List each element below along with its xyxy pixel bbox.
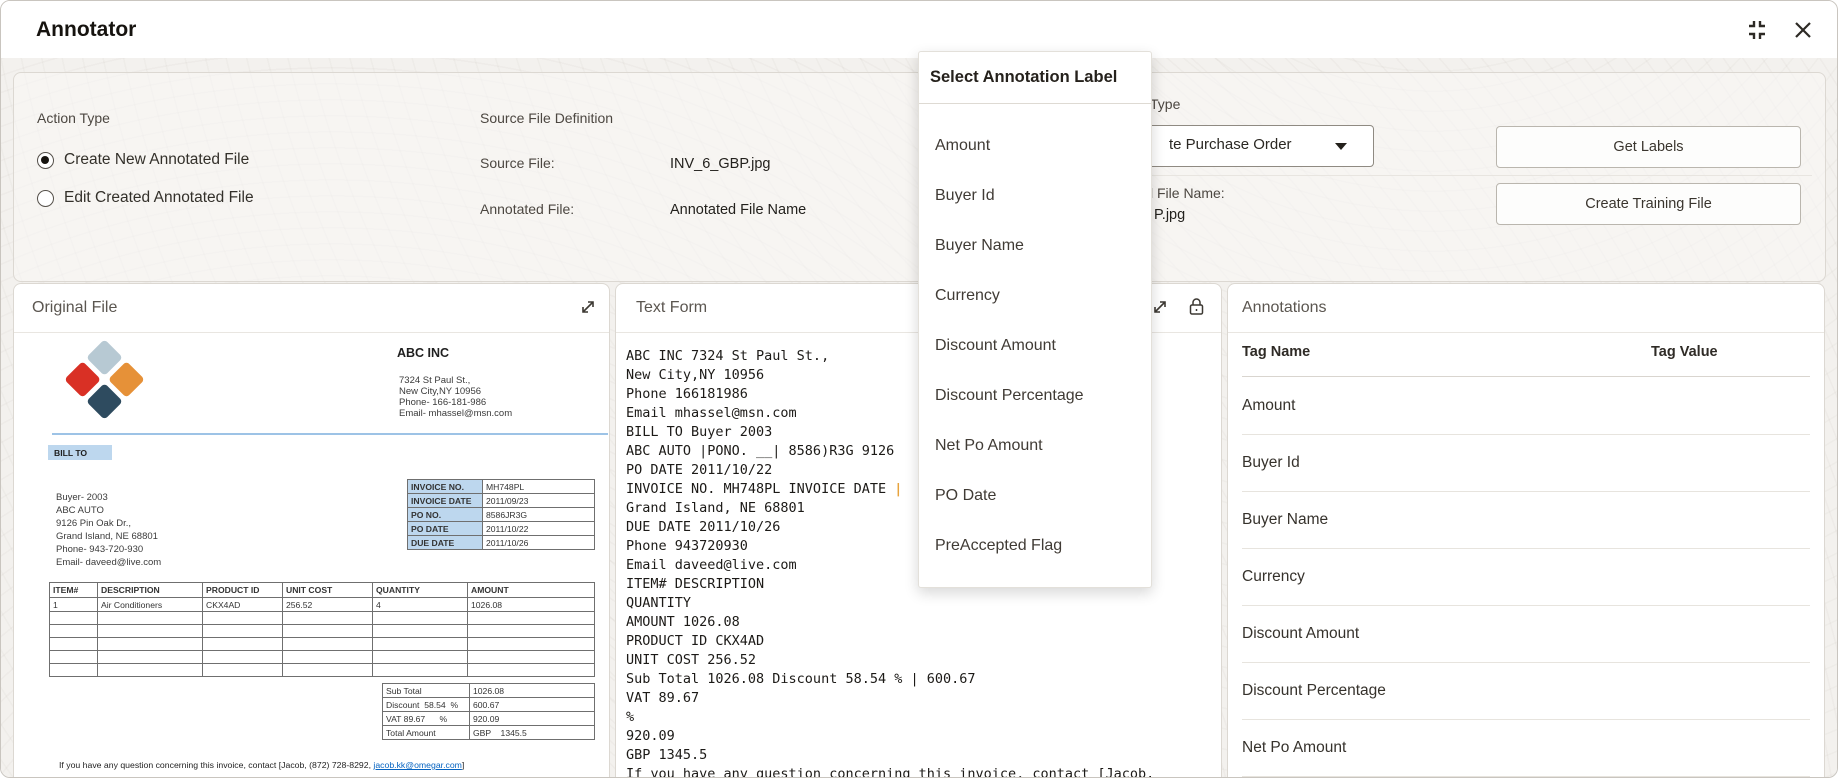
radio-unselected-icon[interactable]: [37, 189, 54, 207]
action-type-label: Action Type: [37, 110, 110, 126]
training-file-name-value: P.jpg: [1154, 207, 1186, 223]
popup-title: Select Annotation Label: [930, 68, 1118, 86]
lock-icon[interactable]: [1188, 297, 1205, 321]
annotation-row[interactable]: Buyer Name: [1242, 491, 1810, 549]
bill-to-line: Email- daveed@live.com: [56, 557, 162, 568]
expand-panel-icon[interactable]: [1151, 298, 1169, 321]
invoice-totals-table: Sub Total 1026.08 Discount 58.54 % 600.67 …: [382, 683, 595, 740]
source-file-value: INV_6_GBP.jpg: [670, 156, 771, 172]
annotation-tag-name: Currency: [1242, 567, 1305, 585]
get-labels-button[interactable]: Get Labels: [1496, 126, 1801, 168]
tag-name-column-header: Tag Name: [1242, 344, 1311, 360]
bill-to-line: Phone- 943-720-930: [56, 544, 144, 555]
select-annotation-label-popup: Select Annotation Label Amount Buyer Id …: [918, 51, 1152, 588]
annotation-label-option-net-po-amount[interactable]: Net Po Amount: [919, 421, 1151, 471]
invoice-address-line: Phone- 166-181-986: [399, 397, 487, 408]
invoice-items-table: ITEM# DESCRIPTION PRODUCT ID UNIT COST Q…: [49, 582, 595, 677]
annotator-window: Annotator Action Type Create New Annotat…: [0, 0, 1838, 778]
annotation-tag-name: Discount Amount: [1242, 624, 1360, 642]
original-file-panel-title: Original File: [32, 299, 118, 316]
annotation-row[interactable]: Currency: [1242, 548, 1810, 606]
annotated-file-label: Annotated File:: [480, 201, 575, 217]
annotations-panel: Annotations Tag Name Tag Value Amount Bu…: [1227, 283, 1825, 777]
company-logo: [64, 339, 145, 420]
annotated-file-value: Annotated File Name: [670, 202, 807, 218]
annotation-label-option-discount-amount[interactable]: Discount Amount: [919, 321, 1151, 371]
radio-edit-label: Edit Created Annotated File: [64, 189, 254, 206]
annotation-label-option-preaccepted-flag[interactable]: PreAccepted Flag: [919, 521, 1151, 571]
invoice-address-line: Email- mhassel@msn.com: [399, 408, 513, 419]
source-file-definition-label: Source File Definition: [480, 110, 614, 126]
annotation-label-option-po-date[interactable]: PO Date: [919, 471, 1151, 521]
invoice-image: ABC INC 7324 St Paul St., New City,NY 10…: [14, 333, 609, 777]
annotation-type-label: Type: [1150, 96, 1181, 112]
annotation-tag-name: Amount: [1242, 396, 1296, 414]
invoice-footer: If you have any question concerning this…: [59, 760, 464, 770]
text-cursor: |: [894, 481, 903, 497]
annotation-row[interactable]: Discount Percentage: [1242, 662, 1810, 720]
annotation-tag-name: Buyer Id: [1242, 453, 1300, 471]
form-row-divider: [1152, 175, 1812, 176]
bill-to-line: Buyer- 2003: [56, 492, 108, 503]
invoice-info-table: INVOICE NO. MH748PL INVOICE DATE 2011/09/2…: [407, 479, 595, 550]
panel-header-divider: [1228, 332, 1824, 333]
invoice-footer-email-link: jacob.kk@omegar.com: [373, 760, 462, 770]
annotations-panel-title: Annotations: [1242, 299, 1327, 316]
radio-create-label: Create New Annotated File: [64, 151, 250, 168]
expand-panel-icon[interactable]: [579, 298, 597, 321]
annotation-type-select-value: te Purchase Order: [1169, 136, 1292, 153]
annotation-label-option-buyer-id[interactable]: Buyer Id: [919, 171, 1151, 221]
annotation-label-option-discount-percentage[interactable]: Discount Percentage: [919, 371, 1151, 421]
annotation-tag-name: Net Po Amount: [1242, 738, 1347, 756]
annotation-tag-name: Discount Percentage: [1242, 681, 1386, 699]
invoice-footer-bracket: ]: [461, 760, 465, 770]
chevron-down-icon: [1335, 143, 1347, 150]
annotation-row[interactable]: Discount Amount: [1242, 605, 1810, 663]
invoice-footer-text: If you have any question concerning this…: [59, 760, 374, 770]
invoice-address-line: 7324 St Paul St.,: [399, 375, 471, 386]
annotation-label-option-currency[interactable]: Currency: [919, 271, 1151, 321]
tag-value-column-header: Tag Value: [1651, 344, 1718, 360]
popup-title-divider: [919, 103, 1151, 104]
annotation-row[interactable]: Amount: [1242, 377, 1810, 435]
text-form-text: ABC INC 7324 St Paul St., New City,NY 10…: [626, 348, 895, 497]
close-icon[interactable]: [1791, 18, 1815, 47]
annotation-row[interactable]: Buyer Id: [1242, 434, 1810, 492]
annotation-row[interactable]: Net Po Amount: [1242, 719, 1810, 777]
create-training-file-button[interactable]: Create Training File: [1496, 183, 1801, 225]
bill-to-line: ABC AUTO: [56, 505, 104, 516]
radio-create-new-annotated-file[interactable]: Create New Annotated File: [37, 151, 249, 169]
text-form-panel-title: Text Form: [636, 299, 708, 316]
letterhead-divider: [52, 433, 608, 435]
source-file-label: Source File:: [480, 155, 555, 171]
bill-to-line: 9126 Pin Oak Dr.,: [56, 518, 131, 529]
training-file-name-label: l File Name:: [1150, 185, 1225, 201]
annotation-label-option-buyer-name[interactable]: Buyer Name: [919, 221, 1151, 271]
annotation-label-option-amount[interactable]: Amount: [919, 121, 1151, 171]
original-file-panel: Original File ABC INC 7324 St Paul St.,: [13, 283, 610, 777]
page-title: Annotator: [36, 18, 137, 41]
radio-selected-icon[interactable]: [37, 151, 54, 169]
annotation-tag-name: Buyer Name: [1242, 510, 1329, 528]
invoice-address-line: New City,NY 10956: [399, 386, 482, 397]
bill-to-line: Grand Island, NE 68801: [56, 531, 158, 542]
bill-to-label: BILL TO: [48, 445, 112, 460]
radio-edit-created-annotated-file[interactable]: Edit Created Annotated File: [37, 189, 254, 207]
restore-window-icon[interactable]: [1745, 18, 1769, 47]
invoice-company-name: ABC INC: [397, 346, 450, 360]
